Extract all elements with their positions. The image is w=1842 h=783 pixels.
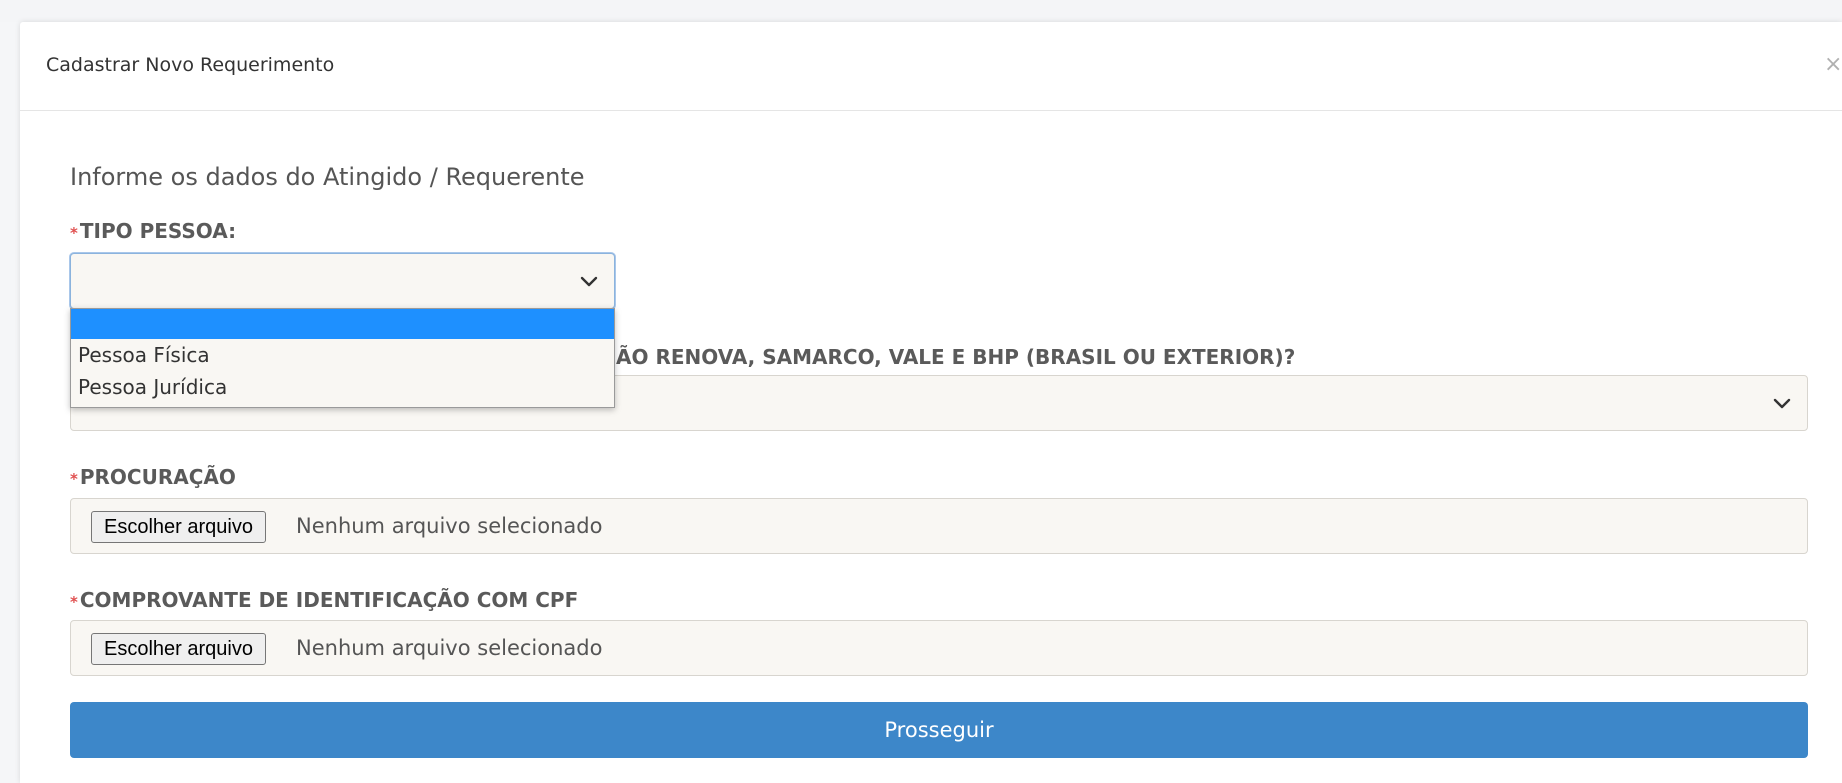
procuracao-file-input[interactable]: Escolher arquivo Nenhum arquivo selecion… <box>70 498 1808 554</box>
form-intro: Informe os dados do Atingido / Requerent… <box>70 163 585 191</box>
required-marker: * <box>70 470 78 488</box>
chevron-down-icon <box>580 276 598 287</box>
page-background <box>0 0 1842 22</box>
prosseguir-button[interactable]: Prosseguir <box>70 702 1808 758</box>
dropdown-option-empty[interactable] <box>71 309 614 339</box>
comprovante-choose-file-button[interactable]: Escolher arquivo <box>91 633 266 665</box>
procuracao-label: * PROCURAÇÃO <box>70 465 236 489</box>
tipo-pessoa-dropdown: Pessoa Física Pessoa Jurídica <box>70 308 615 408</box>
new-request-modal: Cadastrar Novo Requerimento × Informe os… <box>20 22 1842 783</box>
comprovante-label: * COMPROVANTE DE IDENTIFICAÇÃO COM CPF <box>70 588 578 612</box>
comprovante-file-input[interactable]: Escolher arquivo Nenhum arquivo selecion… <box>70 620 1808 676</box>
procuracao-choose-file-button[interactable]: Escolher arquivo <box>91 511 266 543</box>
modal-title: Cadastrar Novo Requerimento <box>46 54 335 76</box>
dropdown-option-pessoa-juridica[interactable]: Pessoa Jurídica <box>71 371 614 403</box>
required-marker: * <box>70 593 78 611</box>
procuracao-file-status: Nenhum arquivo selecionado <box>296 514 603 538</box>
comprovante-file-status: Nenhum arquivo selecionado <box>296 636 603 660</box>
tipo-pessoa-select[interactable] <box>70 253 615 309</box>
tipo-pessoa-label-text: TIPO PESSOA: <box>79 219 237 243</box>
dropdown-option-pessoa-fisica[interactable]: Pessoa Física <box>71 339 614 371</box>
comprovante-label-text: COMPROVANTE DE IDENTIFICAÇÃO COM CPF <box>79 588 579 612</box>
close-icon[interactable]: × <box>1824 52 1842 77</box>
question-label-text: ÃO RENOVA, SAMARCO, VALE E BHP (BRASIL O… <box>616 345 1296 369</box>
required-marker: * <box>70 224 78 242</box>
modal-header: Cadastrar Novo Requerimento × <box>20 22 1842 111</box>
chevron-down-icon <box>1773 398 1791 409</box>
procuracao-label-text: PROCURAÇÃO <box>79 465 236 489</box>
tipo-pessoa-label: * TIPO PESSOA: <box>70 219 236 243</box>
